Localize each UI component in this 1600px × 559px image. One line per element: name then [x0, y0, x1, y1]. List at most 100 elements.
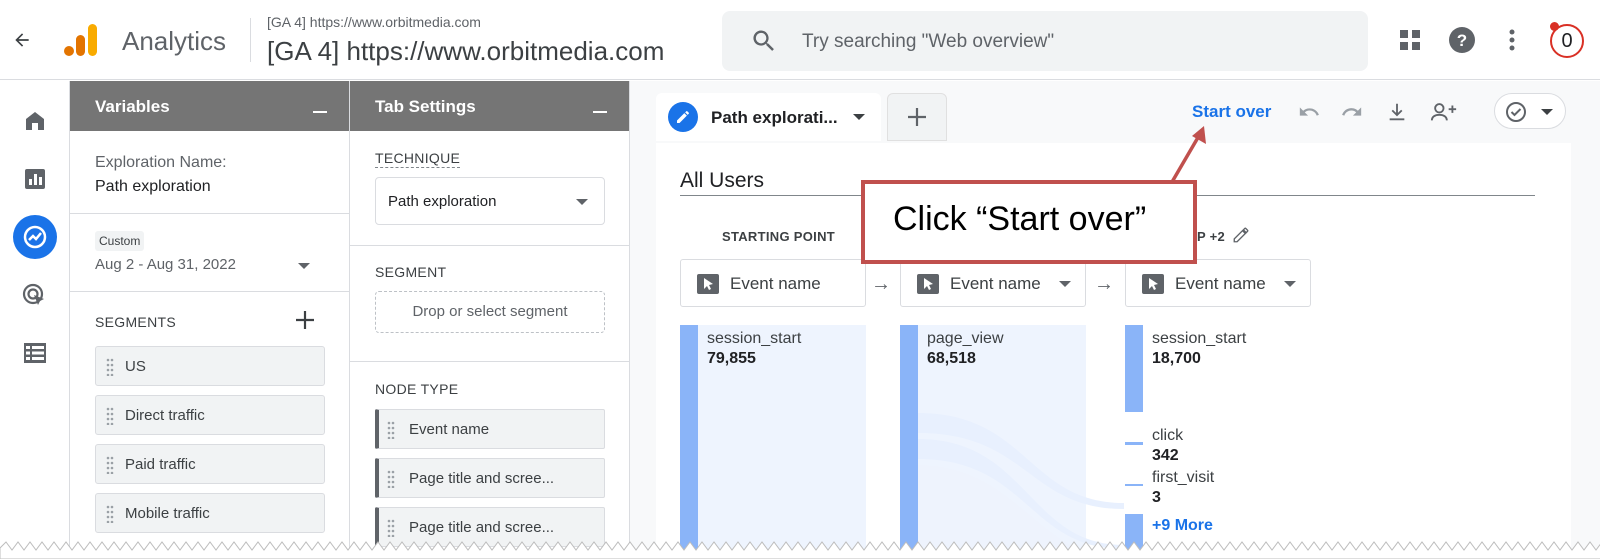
node-value: 79,855 [707, 350, 756, 367]
top-bar: Analytics [GA 4] https://www.orbitmedia.… [0, 0, 1600, 80]
node-type-select[interactable]: Event name [1125, 259, 1311, 307]
add-tab-button[interactable] [887, 93, 947, 141]
node-name: first_visit [1152, 469, 1215, 486]
search-bar[interactable]: Try searching "Web overview" [722, 11, 1368, 71]
chevron-down-icon [1059, 281, 1071, 287]
search-icon [750, 27, 778, 60]
property-breadcrumb[interactable]: [GA 4] https://www.orbitmedia.com [267, 14, 481, 30]
drag-handle-icon [387, 421, 395, 439]
configure-icon[interactable] [13, 331, 57, 375]
divider [70, 213, 349, 214]
date-tag: Custom [95, 231, 145, 251]
chevron-down-icon[interactable] [853, 114, 865, 120]
node-type-select[interactable]: Event name [680, 259, 866, 307]
node-type-value: Event name [1175, 274, 1266, 293]
tab-settings-title: Tab Settings [375, 97, 476, 116]
node-name: session_start [1152, 330, 1247, 347]
instruction-callout: Click “Start over” [861, 180, 1197, 264]
tab-path-exploration[interactable]: Path explorati... [656, 93, 881, 141]
exploration-canvas: Path explorati... Start over All Users S… [630, 81, 1600, 559]
search-placeholder: Try searching "Web overview" [802, 31, 1055, 52]
more-vert-icon[interactable] [1498, 26, 1526, 54]
cursor-icon [697, 274, 719, 294]
plus-icon [908, 108, 926, 126]
node-name: page_view [927, 330, 1004, 347]
segment-chip[interactable]: Mobile traffic [95, 493, 325, 533]
status-menu[interactable] [1494, 93, 1566, 129]
node-bar-session-start[interactable] [680, 325, 698, 559]
node-type-select[interactable]: Event name [900, 259, 1086, 307]
divider [350, 361, 629, 362]
help-icon[interactable]: ? [1448, 26, 1476, 54]
callout-text: Click “Start over” [893, 200, 1147, 238]
collapse-icon[interactable] [313, 111, 327, 113]
drag-handle-icon [106, 456, 114, 474]
node-value: 342 [1152, 447, 1179, 464]
node-type-label: Page title and scree... [409, 519, 555, 536]
chevron-down-icon[interactable] [298, 263, 310, 269]
tab-settings-panel: Tab Settings TECHNIQUE Path exploration … [350, 81, 630, 559]
segment-label: US [125, 358, 146, 375]
add-segment-icon[interactable] [294, 309, 316, 336]
arrow-right-icon: → [871, 273, 891, 295]
segment-chip[interactable]: US [95, 346, 325, 386]
download-icon[interactable] [1383, 98, 1411, 126]
technique-title: TECHNIQUE [375, 150, 461, 168]
back-arrow-icon[interactable] [8, 26, 36, 54]
start-over-button[interactable]: Start over [1192, 102, 1271, 122]
drag-handle-icon [106, 505, 114, 523]
edit-pencil-icon[interactable] [668, 102, 698, 132]
node-type-chip[interactable]: Event name [375, 409, 605, 449]
technique-select[interactable]: Path exploration [375, 177, 605, 225]
explore-icon[interactable] [13, 215, 57, 259]
node-type-value: Event name [950, 274, 1041, 293]
cursor-icon [1142, 274, 1164, 294]
property-selector[interactable]: [GA 4] https://www.orbitmedia.com [267, 36, 664, 67]
cursor-icon [917, 274, 939, 294]
more-nodes-link[interactable]: +9 More [1152, 517, 1213, 535]
advertising-icon[interactable] [13, 274, 57, 318]
segment-chip[interactable]: Direct traffic [95, 395, 325, 435]
drag-handle-icon [106, 358, 114, 376]
drag-handle-icon [387, 470, 395, 488]
share-users-icon[interactable] [1430, 98, 1458, 126]
tab-settings-header: Tab Settings [350, 81, 629, 131]
node-type-chip[interactable]: Page title and scree... [375, 458, 605, 498]
segment-chip[interactable]: Paid traffic [95, 444, 325, 484]
analytics-logo[interactable] [62, 20, 102, 60]
node-bar-page-view[interactable] [900, 325, 918, 559]
node-value: 18,700 [1152, 350, 1201, 367]
edit-pencil-icon[interactable] [1232, 226, 1250, 244]
divider [350, 245, 629, 246]
node-type-label: Event name [409, 421, 490, 438]
node-bar-click[interactable] [1125, 442, 1143, 445]
segment-drop-zone[interactable]: Drop or select segment [375, 291, 605, 333]
node-name: session_start [707, 330, 802, 347]
node-type-title: NODE TYPE [375, 381, 459, 397]
column-title: STARTING POINT [722, 229, 836, 244]
chevron-down-icon [576, 199, 588, 205]
apps-grid-icon[interactable] [1396, 26, 1424, 54]
date-range[interactable]: Aug 2 - Aug 31, 2022 [95, 256, 236, 273]
chevron-down-icon [1284, 281, 1296, 287]
node-type-label: Page title and scree... [409, 470, 555, 487]
divider [70, 291, 349, 292]
collapse-icon[interactable] [593, 111, 607, 113]
svg-text:?: ? [1457, 31, 1467, 50]
arrow-right-icon: → [1094, 273, 1114, 295]
segment-label: All Users [680, 169, 765, 192]
torn-edge [0, 541, 1600, 559]
redo-icon[interactable] [1338, 98, 1366, 126]
segment-label: Paid traffic [125, 456, 196, 473]
reports-icon[interactable] [13, 157, 57, 201]
segment-label: Mobile traffic [125, 505, 210, 522]
node-bar-session-start[interactable] [1125, 325, 1143, 412]
exploration-name-input[interactable]: Path exploration [95, 178, 211, 196]
node-bar-first-visit[interactable] [1125, 484, 1143, 486]
check-circle-icon [1506, 102, 1526, 122]
notification-dot [1550, 22, 1559, 31]
home-icon[interactable] [13, 99, 57, 143]
undo-icon[interactable] [1295, 98, 1323, 126]
drag-handle-icon [106, 407, 114, 425]
technique-value: Path exploration [388, 193, 497, 210]
